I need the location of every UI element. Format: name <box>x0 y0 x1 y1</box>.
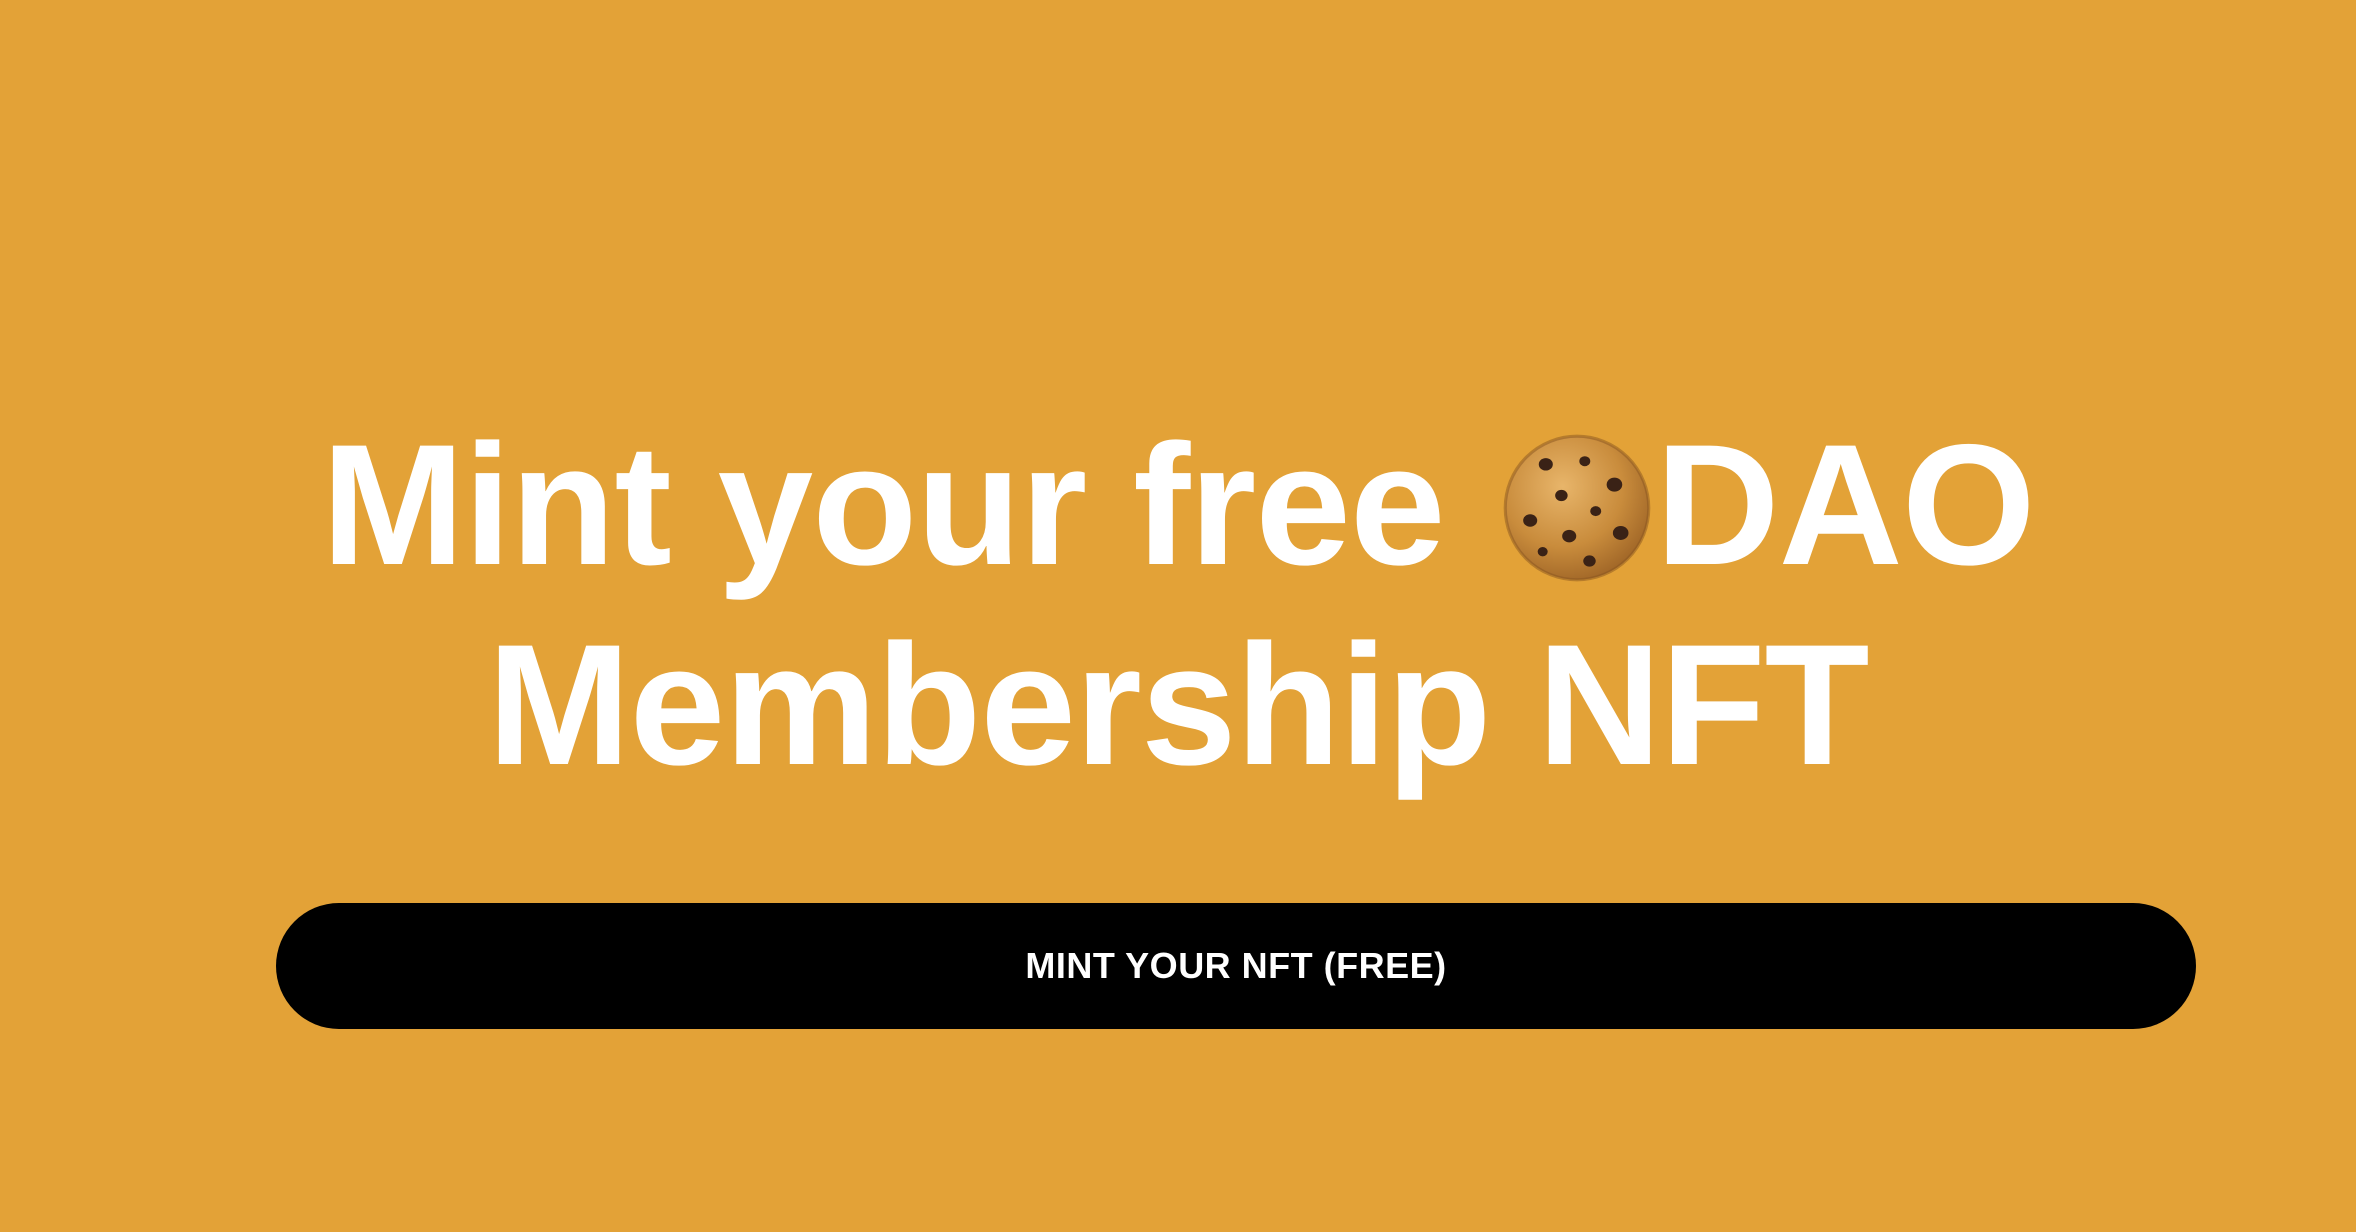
headline-line-2: Membership NFT <box>487 609 1869 801</box>
headline-text-mint: Mint your free <box>321 409 1445 601</box>
cookie-icon <box>1499 430 1655 586</box>
headline-text-dao: DAO <box>1655 409 2035 601</box>
headline-line-1: Mint your free DAO <box>0 405 2356 605</box>
mint-nft-button[interactable]: MINT YOUR NFT (FREE) <box>276 903 2196 1029</box>
hero-section: Mint your free DAO Membership NFT MINT Y… <box>0 0 2356 1232</box>
page-title: Mint your free DAO Membership NFT <box>0 405 2356 805</box>
